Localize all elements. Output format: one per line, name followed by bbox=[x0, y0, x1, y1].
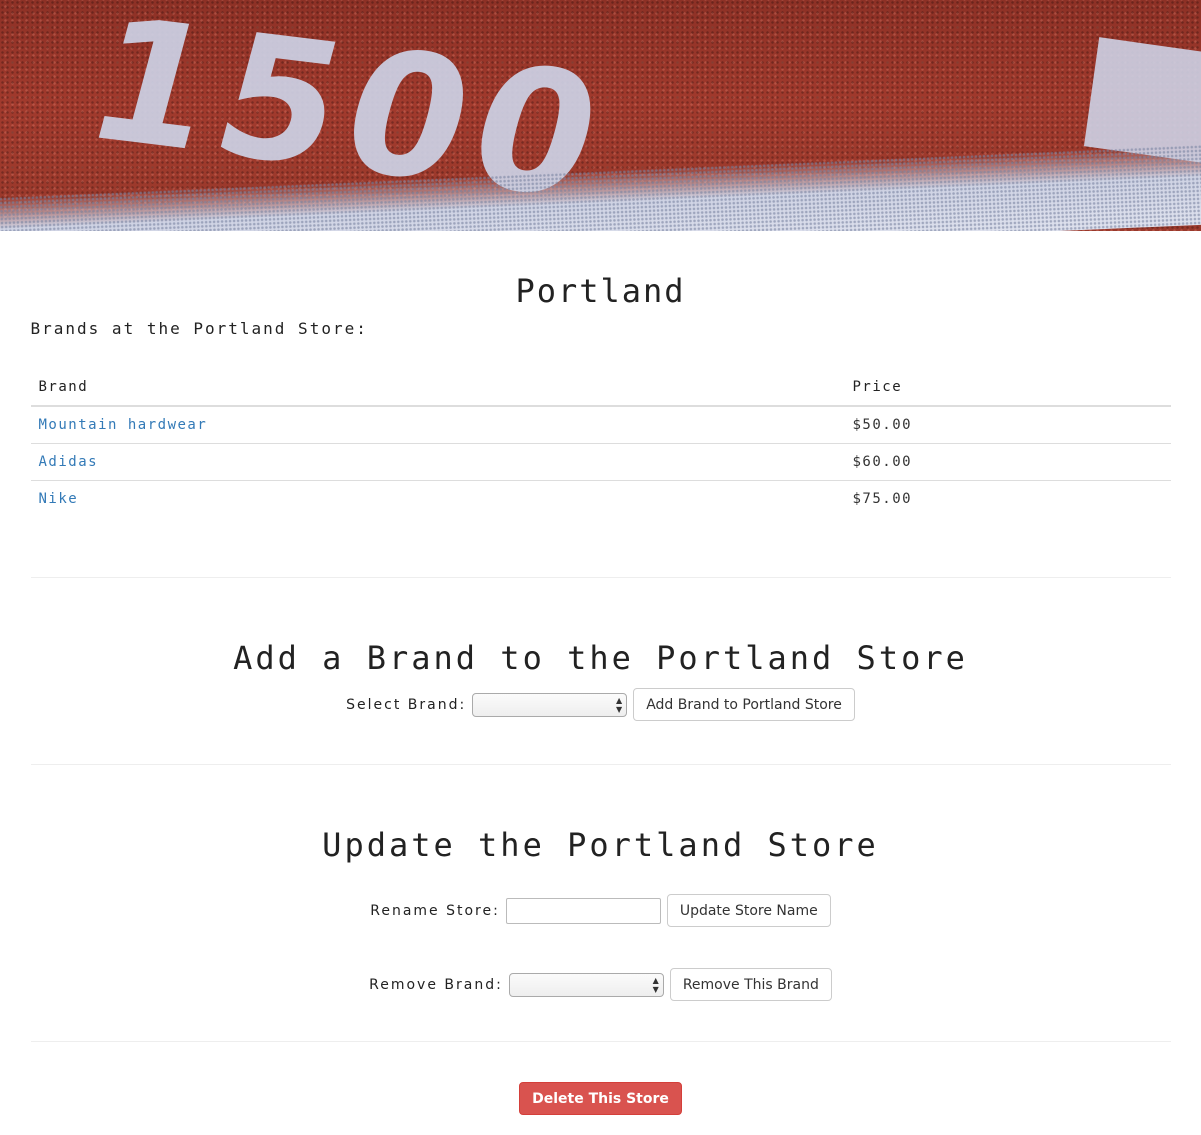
add-brand-title: Add a Brand to the Portland Store bbox=[233, 639, 968, 677]
brand-link-adidas[interactable]: Adidas bbox=[39, 454, 99, 470]
table-row: Nike $75.00 bbox=[30, 479, 1171, 517]
remove-brand-form: Remove Brand: ▲ ▼ Remove This Brand bbox=[31, 968, 1171, 1001]
update-store-name-button[interactable]: Update Store Name bbox=[666, 894, 831, 927]
price-column-header: Price bbox=[844, 368, 1171, 407]
chevron-up-down-icon: ▲ ▼ bbox=[652, 975, 659, 994]
remove-brand-label: Remove Brand: bbox=[369, 976, 503, 993]
remove-brand-button[interactable]: Remove This Brand bbox=[669, 968, 832, 1001]
brands-table: Brand Price Mountain hardwear $50.00 Adi… bbox=[30, 368, 1171, 517]
brand-link-nike[interactable]: Nike bbox=[39, 491, 79, 507]
brand-column-header: Brand bbox=[30, 368, 845, 407]
rename-store-input[interactable] bbox=[505, 897, 661, 924]
section-divider bbox=[30, 577, 1171, 578]
price-cell: $75.00 bbox=[844, 479, 1171, 517]
select-brand-label: Select Brand: bbox=[346, 696, 467, 713]
table-header-row: Brand Price bbox=[30, 368, 1171, 407]
rename-store-form: Rename Store: Update Store Name bbox=[31, 894, 1171, 927]
add-brand-button[interactable]: Add Brand to Portland Store bbox=[633, 688, 855, 721]
chevron-up-down-icon: ▲ ▼ bbox=[616, 695, 623, 714]
brand-link-mountain-hardwear[interactable]: Mountain hardwear bbox=[39, 417, 208, 433]
table-row: Mountain hardwear $50.00 bbox=[31, 406, 1171, 443]
delete-store-row: Delete This Store bbox=[31, 1082, 1171, 1115]
hero-track-number: 1500 bbox=[68, 0, 630, 231]
select-brand-dropdown[interactable]: ▲ ▼ bbox=[472, 692, 628, 717]
section-divider bbox=[30, 1041, 1171, 1042]
table-row: Adidas $60.00 bbox=[30, 442, 1171, 480]
section-divider bbox=[30, 764, 1171, 765]
page-title: Portland bbox=[515, 272, 686, 310]
rename-store-label: Rename Store: bbox=[370, 902, 500, 919]
hero-track-marking bbox=[1083, 37, 1201, 163]
delete-store-button[interactable]: Delete This Store bbox=[519, 1082, 682, 1115]
brand-cell: Nike bbox=[30, 479, 845, 517]
update-store-title: Update the Portland Store bbox=[322, 826, 879, 864]
main-content: Portland Brands at the Portland Store: B… bbox=[30, 271, 1171, 1115]
brand-cell: Mountain hardwear bbox=[31, 406, 845, 443]
hero-banner-image: 1500 bbox=[0, 0, 1201, 231]
price-cell: $60.00 bbox=[844, 442, 1171, 480]
brands-subtitle: Brands at the Portland Store: bbox=[30, 319, 368, 338]
remove-brand-dropdown[interactable]: ▲ ▼ bbox=[508, 972, 664, 997]
add-brand-form: Select Brand: ▲ ▼ Add Brand to Portland S… bbox=[31, 688, 1171, 721]
brand-cell: Adidas bbox=[30, 442, 845, 480]
price-cell: $50.00 bbox=[852, 416, 913, 433]
